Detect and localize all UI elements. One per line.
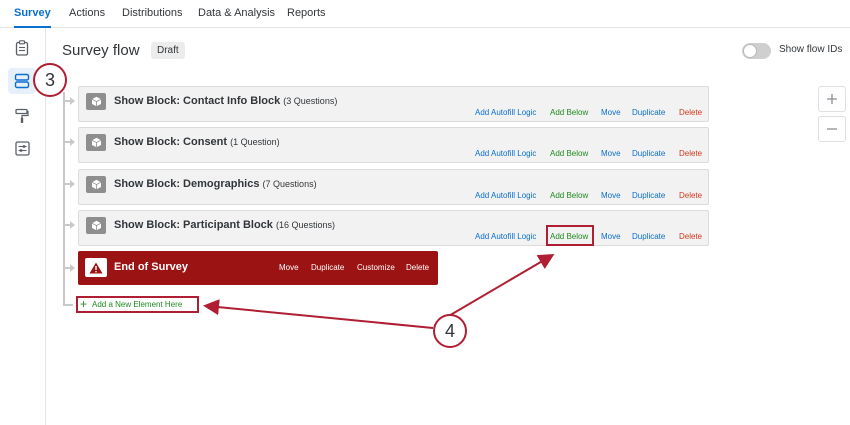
end-of-survey-element[interactable]: End of Survey Move Duplicate Customize D… [78, 251, 438, 285]
move-link[interactable]: Move [601, 149, 621, 158]
delete-link[interactable]: Delete [679, 149, 702, 158]
toggle-knob [743, 44, 757, 58]
tab-reports[interactable]: Reports [287, 0, 326, 28]
flow-block-consent[interactable]: Show Block: Consent (1 Question) Add Aut… [78, 127, 709, 163]
block-cube-icon [86, 93, 106, 110]
duplicate-link[interactable]: Duplicate [632, 191, 665, 200]
arrow-to-add-below [446, 253, 555, 318]
move-link[interactable]: Move [601, 232, 621, 241]
move-link[interactable]: Move [601, 108, 621, 117]
show-flow-ids-label: Show flow IDs [779, 44, 843, 55]
add-autofill-logic-link[interactable]: Add Autofill Logic [475, 149, 536, 158]
delete-link[interactable]: Delete [679, 232, 702, 241]
flow-block-participant[interactable]: Show Block: Participant Block (16 Questi… [78, 210, 709, 246]
flow-block-contact-info[interactable]: Show Block: Contact Info Block (3 Questi… [78, 86, 709, 122]
sidebar-item-look-and-feel[interactable] [8, 103, 36, 129]
show-flow-ids-toggle[interactable] [742, 43, 771, 59]
eos-delete-link[interactable]: Delete [406, 263, 429, 272]
plus-icon: + [80, 297, 88, 311]
zoom-in-button[interactable] [818, 86, 846, 112]
flow-connector [63, 92, 65, 306]
block-cube-icon [86, 176, 106, 193]
add-below-link[interactable]: Add Below [550, 191, 588, 200]
tab-distributions[interactable]: Distributions [122, 0, 183, 28]
paint-roller-icon [15, 108, 29, 123]
top-nav: Survey Actions Distributions Data & Anal… [0, 0, 850, 28]
plus-icon [827, 94, 837, 104]
add-below-link[interactable]: Add Below [550, 108, 588, 117]
tab-survey[interactable]: Survey [14, 0, 51, 28]
flow-arrow-icon [70, 221, 75, 229]
add-autofill-logic-link[interactable]: Add Autofill Logic [475, 108, 536, 117]
survey-flow-icon [14, 73, 30, 89]
add-new-element-link[interactable]: + Add a New Element Here [76, 296, 199, 313]
eos-duplicate-link[interactable]: Duplicate [311, 263, 344, 272]
flow-arrow-icon [70, 97, 75, 105]
add-new-element-label: Add a New Element Here [92, 300, 183, 309]
duplicate-link[interactable]: Duplicate [632, 149, 665, 158]
minus-icon [827, 128, 837, 130]
sidebar-item-survey[interactable] [8, 35, 36, 61]
page-title: Survey flow [62, 42, 140, 59]
block-title: Show Block: Demographics (7 Questions) [114, 178, 317, 190]
eos-customize-link[interactable]: Customize [357, 263, 395, 272]
flow-arrow-icon [70, 180, 75, 188]
warning-icon [85, 258, 107, 277]
delete-link[interactable]: Delete [679, 191, 702, 200]
add-autofill-logic-link[interactable]: Add Autofill Logic [475, 191, 536, 200]
step-4-callout: 4 [433, 314, 467, 348]
end-of-survey-title: End of Survey [114, 261, 188, 273]
add-autofill-logic-link[interactable]: Add Autofill Logic [475, 232, 536, 241]
block-title: Show Block: Contact Info Block (3 Questi… [114, 95, 338, 107]
block-title: Show Block: Participant Block (16 Questi… [114, 219, 336, 231]
duplicate-link[interactable]: Duplicate [632, 108, 665, 117]
block-title: Show Block: Consent (1 Question) [114, 136, 280, 148]
flow-arrow-icon [70, 138, 75, 146]
move-link[interactable]: Move [601, 191, 621, 200]
block-cube-icon [86, 134, 106, 151]
add-below-link[interactable]: Add Below [550, 149, 588, 158]
sidebar-item-survey-options[interactable] [8, 135, 36, 161]
zoom-out-button[interactable] [818, 116, 846, 142]
add-below-link[interactable]: Add Below [550, 232, 588, 241]
tab-actions[interactable]: Actions [69, 0, 105, 28]
status-badge: Draft [151, 42, 185, 59]
eos-move-link[interactable]: Move [279, 263, 299, 272]
tab-data-analysis[interactable]: Data & Analysis [198, 0, 275, 28]
flow-connector [63, 304, 73, 306]
delete-link[interactable]: Delete [679, 108, 702, 117]
duplicate-link[interactable]: Duplicate [632, 232, 665, 241]
step-3-callout: 3 [33, 63, 67, 97]
sliders-icon [14, 140, 30, 156]
sidebar-item-survey-flow[interactable] [8, 68, 36, 94]
flow-arrow-icon [70, 264, 75, 272]
flow-block-demographics[interactable]: Show Block: Demographics (7 Questions) A… [78, 169, 709, 205]
arrow-to-add-element [203, 299, 434, 329]
block-cube-icon [86, 217, 106, 234]
clipboard-icon [15, 40, 29, 56]
